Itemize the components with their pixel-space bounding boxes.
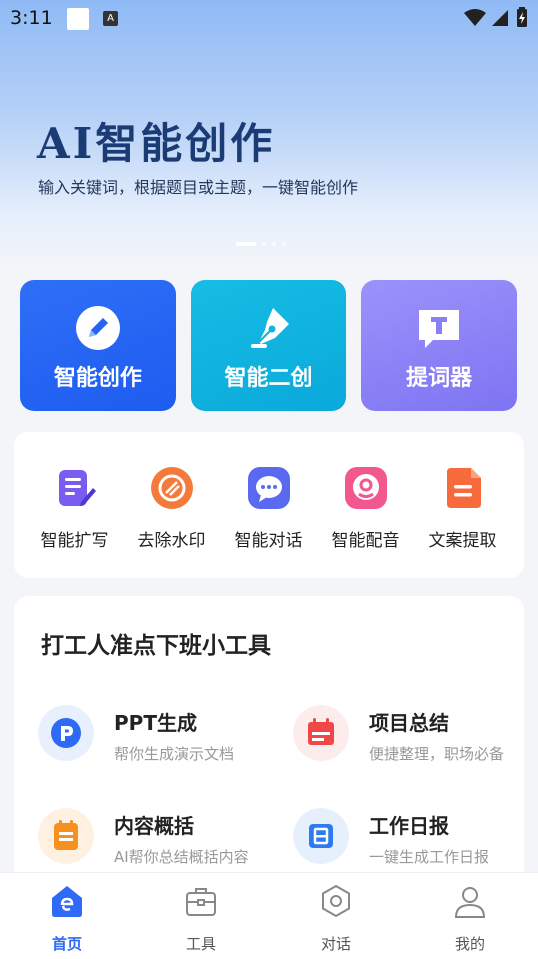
smart-recreate-button[interactable]: 智能二创: [190, 280, 347, 411]
smart-creation-button[interactable]: 智能创作: [20, 280, 176, 411]
calendar-icon: [293, 705, 349, 761]
tool-label: 智能配音: [331, 531, 400, 551]
expand-write-icon: [58, 470, 96, 506]
teleprompter-button[interactable]: 提词器: [361, 280, 518, 411]
banner-title: AI智能创作: [37, 119, 276, 168]
daily-report-icon: [293, 808, 349, 864]
work-item-daily-report[interactable]: 工作日报 一键生成工作日报: [293, 808, 538, 872]
feature-label: 智能创作: [53, 366, 142, 391]
status-bar: 3:11 A: [0, 0, 538, 36]
pencil-icon: [75, 306, 120, 350]
tool-remove-watermark[interactable]: 去除水印: [123, 466, 220, 551]
banner-subtitle: 输入关键词，根据题目或主题，一键智能创作: [38, 178, 359, 197]
work-item-desc: AI帮你总结概括内容: [114, 848, 249, 866]
tool-smart-chat[interactable]: 智能对话: [220, 466, 317, 551]
tool-smart-dubbing[interactable]: 智能配音: [317, 466, 414, 551]
tool-label: 智能扩写: [40, 531, 109, 551]
work-item-name: PPT生成: [114, 711, 197, 735]
tool-label: 智能对话: [234, 531, 303, 551]
section-title: 打工人准点下班小工具: [41, 633, 271, 659]
tab-tools[interactable]: 工具: [161, 883, 241, 954]
work-item-content-summary[interactable]: 内容概括 AI帮你总结概括内容: [38, 808, 288, 872]
indicator-dot: [262, 242, 266, 246]
home-icon: [52, 886, 82, 917]
indicator-dot: [236, 242, 256, 246]
tab-chat[interactable]: 对话: [296, 883, 376, 954]
indicator-dot: [272, 242, 276, 246]
indicator-dot: [282, 242, 286, 246]
prompter-icon: [419, 310, 460, 348]
remove-watermark-icon: [150, 467, 193, 509]
tool-label: 文案提取: [428, 531, 497, 551]
tab-label: 工具: [185, 935, 216, 953]
tab-label: 我的: [454, 935, 485, 953]
tools-panel: 智能扩写 去除水印 智能对话 智能配音 文案提取: [14, 432, 524, 578]
extract-text-icon: [446, 468, 481, 508]
work-item-project-summary[interactable]: 项目总结 便捷整理，职场必备: [293, 705, 538, 769]
bottom-tab-bar: 首页 工具 对话 我的: [0, 872, 538, 959]
work-item-desc: 帮你生成演示文档: [114, 745, 235, 763]
feature-label: 智能二创: [224, 366, 313, 391]
keyboard-icon: A: [103, 11, 118, 26]
tool-smart-expand[interactable]: 智能扩写: [26, 466, 123, 551]
signal-battery-icon: [464, 7, 527, 27]
work-item-ppt[interactable]: PPT生成 帮你生成演示文档: [38, 705, 288, 769]
banner-page-indicator: [236, 241, 286, 247]
feature-cards: 智能创作 智能二创 提词器: [20, 280, 518, 411]
work-tools-panel: 打工人准点下班小工具 PPT生成 帮你生成演示文档 项目总结 便捷整理，职场必备: [14, 596, 524, 896]
work-item-name: 工作日报: [369, 814, 449, 838]
feature-label: 提词器: [406, 366, 473, 391]
work-item-name: 内容概括: [114, 814, 194, 838]
chat-hexagon-icon: [322, 884, 350, 918]
dubbing-icon: [344, 467, 387, 509]
profile-icon: [454, 887, 486, 918]
tab-home[interactable]: 首页: [27, 883, 107, 954]
banner[interactable]: 3:11 A AI智能创作 输入关键词，根据题目或主题，一键智能创作: [0, 0, 538, 270]
tool-label: 去除水印: [137, 531, 206, 551]
tab-label: 对话: [320, 935, 351, 953]
work-item-desc: 一键生成工作日报: [369, 848, 490, 866]
chat-icon: [247, 467, 290, 509]
status-time: 3:11: [10, 7, 53, 29]
tab-label: 首页: [51, 935, 82, 953]
notification-icon: [67, 8, 89, 30]
ppt-icon: [38, 705, 94, 761]
tool-extract-text[interactable]: 文案提取: [414, 466, 511, 551]
pen-nib-icon: [250, 308, 289, 348]
clipboard-icon: [38, 808, 94, 864]
toolbox-icon: [186, 888, 216, 916]
work-item-name: 项目总结: [369, 711, 449, 735]
work-item-desc: 便捷整理，职场必备: [369, 745, 505, 763]
tab-profile[interactable]: 我的: [430, 883, 510, 954]
